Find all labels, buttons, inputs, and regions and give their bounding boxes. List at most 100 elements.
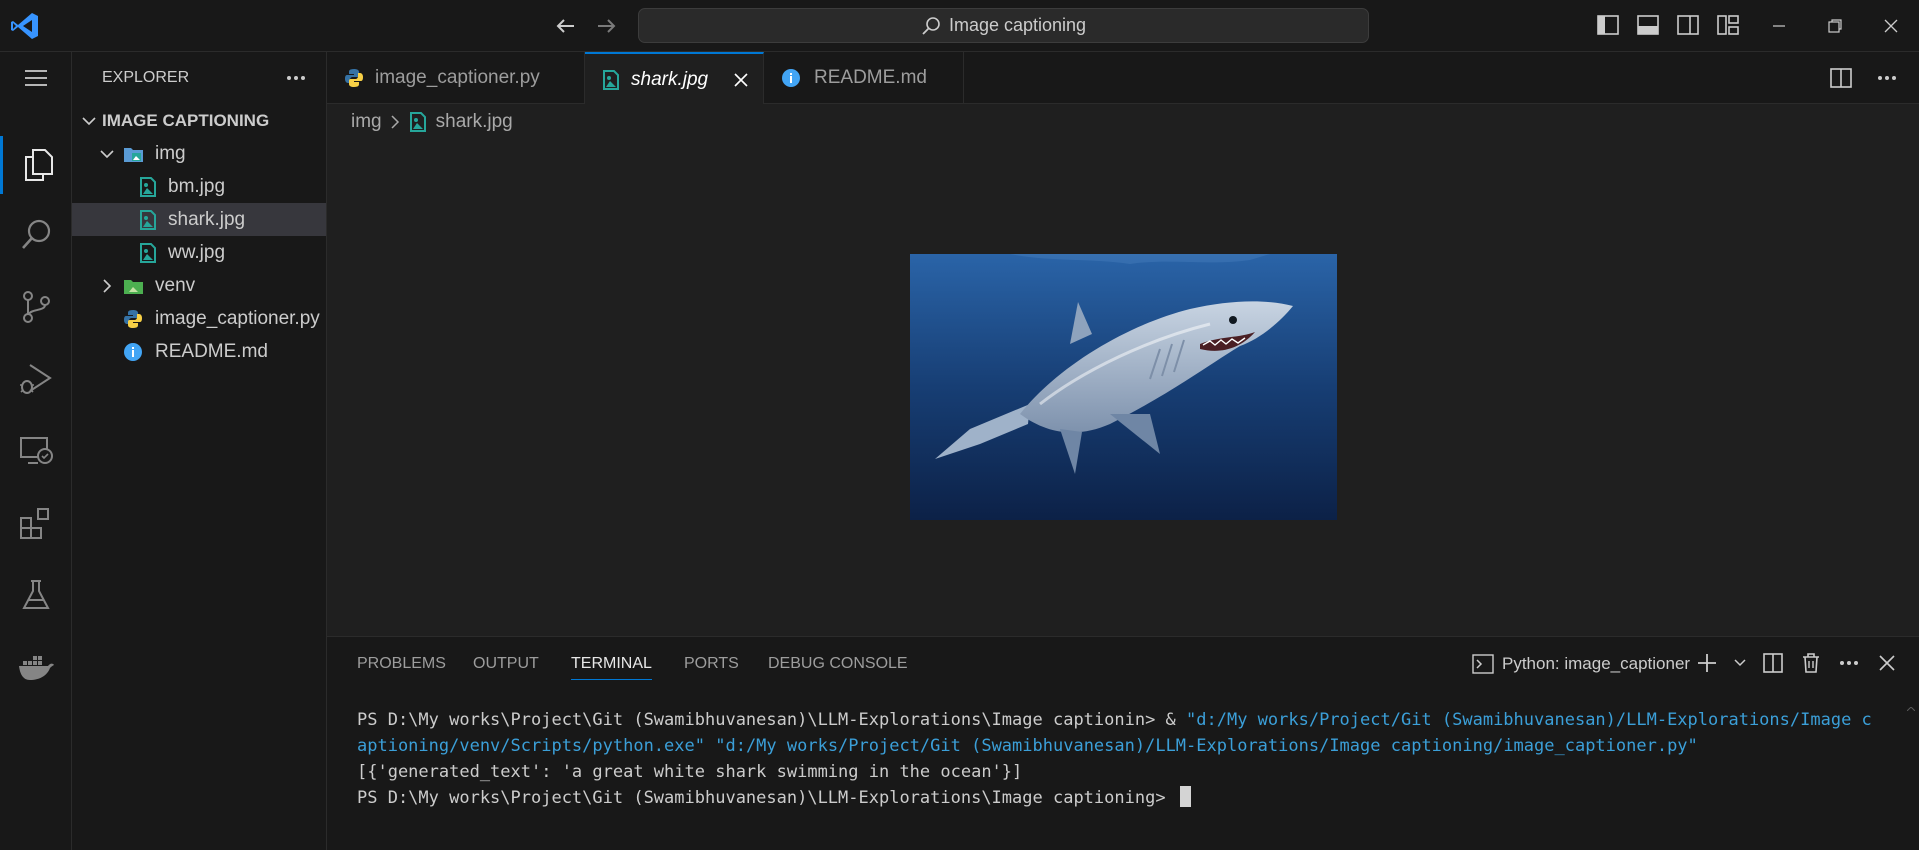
info-icon: [123, 342, 143, 362]
minimize-icon[interactable]: [1751, 0, 1807, 52]
tree-item-folder-venv[interactable]: venv: [72, 269, 326, 302]
extensions-icon[interactable]: [0, 494, 72, 552]
tree-item-file-shark[interactable]: shark.jpg: [72, 203, 326, 236]
restore-icon[interactable]: [1807, 0, 1863, 52]
panel-actions: [1695, 651, 1899, 675]
command-center-label: Image captioning: [948, 15, 1087, 35]
info-icon: [781, 68, 801, 88]
customize-layout-icon[interactable]: [1715, 12, 1741, 38]
activity-bar: [0, 52, 72, 850]
breadcrumb: img shark.jpg: [327, 104, 513, 140]
go-back-icon[interactable]: [552, 12, 580, 40]
more-actions-icon[interactable]: [1875, 66, 1899, 90]
layout-controls: [1595, 12, 1741, 38]
testing-icon[interactable]: [0, 566, 72, 624]
terminal-script-path: "d:/My works/Project/Git (Swamibhuvanesa…: [705, 736, 1698, 756]
tab-output[interactable]: OUTPUT: [473, 655, 539, 679]
python-icon: [123, 309, 143, 329]
tab-shark-jpg[interactable]: shark.jpg: [585, 52, 764, 104]
split-editor-icon[interactable]: [1829, 66, 1853, 90]
tab-debug-console[interactable]: DEBUG CONSOLE: [768, 655, 908, 679]
terminal-prompt: PS D:\My works\Project\Git (Swamibhuvane…: [357, 710, 1187, 730]
docker-icon[interactable]: [0, 638, 72, 696]
tab-label: image_captioner.py: [375, 67, 540, 88]
tree-item-label: bm.jpg: [168, 175, 226, 197]
tree-item-label: IMAGE CAPTIONING: [102, 110, 270, 130]
terminal-output[interactable]: PS D:\My works\Project\Git (Swamibhuvane…: [357, 707, 1877, 811]
terminal-cursor: [1179, 786, 1191, 807]
tab-problems[interactable]: PROBLEMS: [357, 655, 446, 679]
terminal-selector[interactable]: Python: image_captioner: [1472, 651, 1690, 677]
editor-actions: [1829, 66, 1899, 90]
terminal-prompt: PS D:\My works\Project\Git (Swamibhuvane…: [357, 788, 1176, 808]
title-bar: Image captioning: [0, 0, 1919, 52]
more-actions-icon[interactable]: [1837, 651, 1861, 675]
image-file-icon: [408, 112, 428, 132]
split-terminal-icon[interactable]: [1761, 651, 1785, 675]
tree-item-label: venv: [155, 274, 196, 296]
tree-item-label: ww.jpg: [168, 241, 226, 263]
chevron-down-icon: [98, 145, 116, 163]
search-view-icon[interactable]: [0, 206, 72, 264]
tree-item-file-bm[interactable]: bm.jpg: [72, 170, 326, 203]
tree-item-folder-img[interactable]: img: [72, 137, 326, 170]
close-window-icon[interactable]: [1863, 0, 1919, 52]
vscode-logo-icon[interactable]: [10, 12, 40, 40]
tree-item-label: image_captioner.py: [155, 307, 320, 329]
toggle-panel-icon[interactable]: [1635, 12, 1661, 38]
image-file-icon: [138, 176, 158, 197]
close-tab-icon[interactable]: [732, 71, 750, 89]
tab-readme[interactable]: README.md: [764, 52, 964, 104]
scroll-indicator: [1907, 707, 1915, 711]
tree-item-label: README.md: [155, 340, 268, 362]
chevron-down-icon[interactable]: [1733, 651, 1747, 675]
chevron-right-icon: [98, 277, 116, 295]
image-folder-open-icon: [123, 144, 143, 164]
terminal-name: Python: image_captioner: [1502, 654, 1691, 673]
tab-label: shark.jpg: [631, 69, 709, 90]
menu-icon[interactable]: [0, 52, 72, 104]
explorer-icon[interactable]: [0, 136, 72, 194]
image-file-icon: [138, 242, 158, 263]
explorer-title: EXPLORER: [102, 69, 190, 86]
explorer-sidebar: EXPLORER IMAGE CAPTIONING img bm.jpg sha…: [72, 52, 327, 850]
venv-folder-icon: [123, 276, 143, 296]
trash-icon[interactable]: [1799, 651, 1823, 675]
toggle-secondary-sidebar-icon[interactable]: [1675, 12, 1701, 38]
chevron-down-icon: [80, 112, 98, 130]
run-and-debug-icon[interactable]: [0, 350, 72, 408]
tree-item-label: img: [155, 142, 186, 164]
shark-image[interactable]: [910, 254, 1337, 520]
close-panel-icon[interactable]: [1875, 651, 1899, 675]
tab-ports[interactable]: PORTS: [684, 655, 739, 679]
explorer-header: EXPLORER: [72, 52, 326, 104]
breadcrumb-folder[interactable]: img: [351, 111, 382, 133]
tree-item-file-image-captioner[interactable]: image_captioner.py: [72, 302, 326, 335]
tree-item-workspace-root[interactable]: IMAGE CAPTIONING: [72, 104, 326, 137]
toggle-primary-sidebar-icon[interactable]: [1595, 12, 1621, 38]
bottom-panel: PROBLEMS OUTPUT TERMINAL PORTS DEBUG CON…: [327, 636, 1919, 850]
tab-terminal[interactable]: TERMINAL: [571, 655, 652, 680]
tree-item-file-readme[interactable]: README.md: [72, 335, 326, 368]
python-icon: [344, 68, 364, 88]
image-file-icon: [138, 209, 158, 230]
window-controls: [1751, 0, 1919, 52]
editor-tabs: image_captioner.py shark.jpg README.md: [327, 52, 1919, 104]
remote-explorer-icon[interactable]: [0, 422, 72, 480]
terminal-icon: [1472, 654, 1494, 674]
tree-item-label: shark.jpg: [168, 208, 246, 230]
chevron-right-icon: [388, 114, 402, 130]
tab-label: README.md: [814, 67, 927, 88]
command-center-search[interactable]: Image captioning: [638, 8, 1369, 43]
tab-image-captioner[interactable]: image_captioner.py: [327, 52, 585, 104]
breadcrumb-file[interactable]: shark.jpg: [436, 111, 513, 133]
go-forward-icon[interactable]: [592, 12, 620, 40]
tree-item-file-ww[interactable]: ww.jpg: [72, 236, 326, 269]
more-actions-icon[interactable]: [284, 66, 308, 90]
source-control-icon[interactable]: [0, 278, 72, 336]
search-icon: [921, 16, 941, 36]
image-file-icon: [601, 70, 621, 90]
terminal-result: [{'generated_text': 'a great white shark…: [357, 762, 1023, 782]
new-terminal-icon[interactable]: [1695, 651, 1719, 675]
image-preview-area: [327, 140, 1919, 636]
